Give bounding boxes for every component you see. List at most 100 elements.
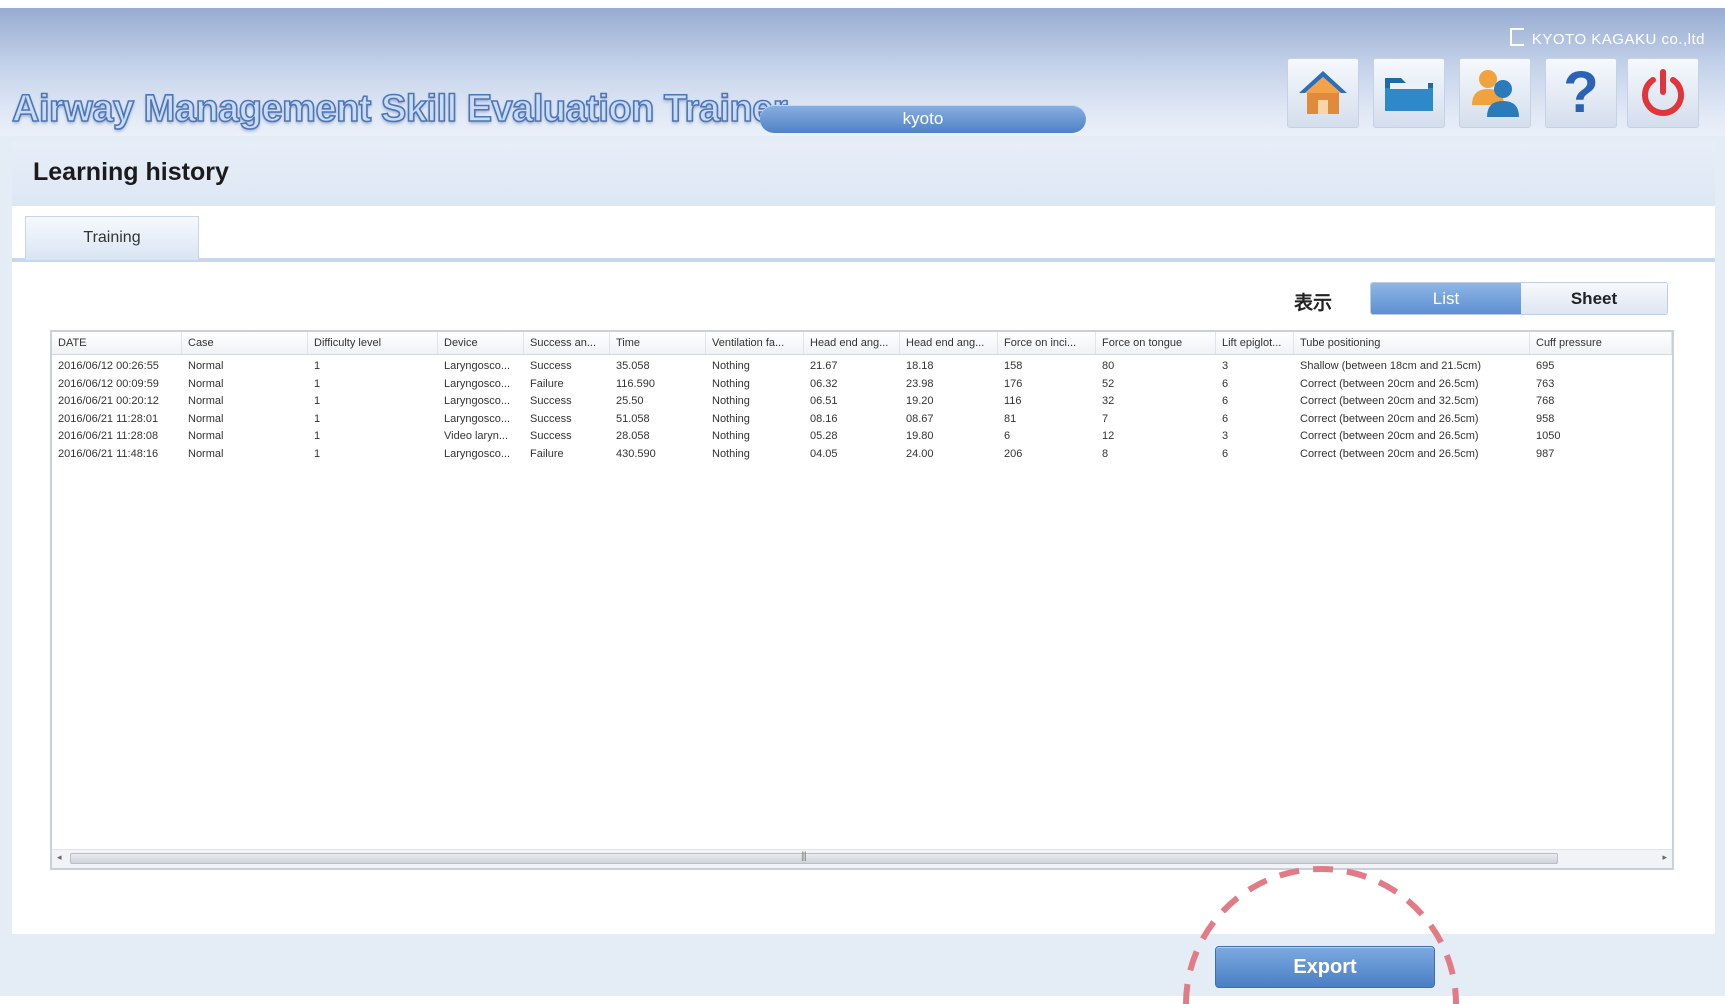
table-cell: Laryngosco... [444,377,511,390]
table-cell: Shallow (between 18cm and 21.5cm) [1300,360,1481,372]
table-row[interactable]: 2016/06/12 00:09:59 Normal 1 Laryngosco... F… [52,376,1672,393]
table-cell: 8 [1102,447,1109,460]
header: KYOTO KAGAKU co.,ltd Airway Management S… [0,8,1725,136]
table-cell: 176 [1004,377,1023,390]
home-button[interactable] [1287,58,1359,128]
table-cell: 158 [1004,360,1023,372]
table-row[interactable]: 2016/06/21 11:48:16 Normal 1 Laryngosco... F… [52,446,1672,463]
table-cell: Nothing [712,447,750,460]
table-cell: Nothing [712,377,750,390]
table-cell: Normal [188,412,224,425]
table-cell: 1050 [1536,430,1561,442]
table-cell: 6 [1222,447,1229,460]
table-cell: Success [530,430,572,442]
table-cell: 21.67 [810,360,838,372]
view-toggle: List Sheet [1370,282,1668,315]
table-row[interactable]: 2016/06/21 00:20:12 Normal 1 Laryngosco... S… [52,393,1672,410]
column-header[interactable]: Force on inci... [998,332,1096,354]
table-cell: 51.058 [616,412,650,425]
table-cell: 987 [1536,447,1555,460]
table-cell: Correct (between 20cm and 26.5cm) [1300,447,1479,460]
brand-logo-icon [1509,28,1524,46]
table-row[interactable]: 2016/06/21 11:28:08 Normal 1 Video laryn...… [52,428,1672,445]
table-cell: 12 [1102,430,1115,442]
table-cell: Video laryn... [444,430,509,442]
table-cell: 23.98 [906,377,934,390]
table-cell: 695 [1536,360,1555,372]
table-cell: 3 [1222,430,1229,442]
column-header[interactable]: DATE [52,332,182,354]
column-header[interactable]: Head end ang... [900,332,998,354]
table-row[interactable]: 2016/06/12 00:26:55 Normal 1 Laryngosco... S… [52,358,1672,375]
table-cell: Success [530,360,572,372]
table-cell: 80 [1102,360,1115,372]
users-button[interactable] [1459,58,1531,128]
table-cell: 25.50 [616,395,644,407]
user-name: kyoto [760,105,1086,133]
users-icon [1472,70,1519,117]
column-header[interactable]: Tube positioning [1294,332,1530,354]
table-cell: 1 [314,360,321,372]
history-table[interactable]: DATE Case Difficulty level Device Success an… [50,330,1674,870]
table-cell: 958 [1536,412,1555,425]
sheet-view-button[interactable]: Sheet [1521,283,1667,314]
table-cell: Failure [530,447,564,460]
column-header[interactable]: Lift epiglot... [1216,332,1294,354]
table-cell: 206 [1004,447,1023,460]
table-cell: 2016/06/21 11:48:16 [58,447,159,460]
table-cell: Nothing [712,430,750,442]
column-header[interactable]: Ventilation fa... [706,332,804,354]
home-icon [1299,71,1347,114]
table-cell: 430.590 [616,447,656,460]
table-cell: Laryngosco... [444,360,511,372]
tab-strip: Training [12,206,1715,262]
page-title: Learning history [33,158,229,186]
table-cell: 06.51 [810,395,838,407]
table-cell: 08.16 [810,412,838,425]
table-cell: 08.67 [906,412,934,425]
table-cell: Correct (between 20cm and 26.5cm) [1300,412,1479,425]
table-cell: 32 [1102,395,1115,407]
column-header[interactable]: Device [438,332,524,354]
scroll-left-icon[interactable]: ◂ [57,852,62,863]
column-header[interactable]: Case [182,332,308,354]
table-cell: Normal [188,395,224,407]
column-header[interactable]: Difficulty level [308,332,438,354]
table-cell: 52 [1102,377,1115,390]
table-cell: 2016/06/12 00:09:59 [58,377,159,390]
list-view-button[interactable]: List [1371,283,1521,314]
power-button[interactable] [1627,58,1699,128]
column-header[interactable]: Cuff pressure [1530,332,1672,354]
view-label: 表示 [1294,293,1333,314]
table-cell: 1 [314,395,321,407]
table-cell: 18.18 [906,360,934,372]
brand-text: KYOTO KAGAKU co.,ltd [1531,31,1705,48]
table-cell: 19.20 [906,395,934,407]
table-cell: Laryngosco... [444,395,511,407]
table-cell: 6 [1222,395,1229,407]
content-panel: 表示 List Sheet DATE Case Difficulty level De… [12,262,1715,934]
help-button[interactable]: ? [1545,58,1617,128]
folder-button[interactable] [1373,58,1445,128]
table-cell: Normal [188,430,224,442]
page-title-bar: Learning history [12,142,1715,206]
table-cell: Normal [188,360,224,372]
power-icon [1642,69,1684,116]
table-cell: Correct (between 20cm and 26.5cm) [1300,430,1479,442]
app-window: KYOTO KAGAKU co.,ltd Airway Management S… [0,8,1725,1004]
table-cell: Normal [188,377,224,390]
table-cell: 6 [1222,412,1229,425]
column-header[interactable]: Success an... [524,332,610,354]
table-row[interactable]: 2016/06/21 11:28:01 Normal 1 Laryngosco... S… [52,411,1672,428]
help-icon: ? [1563,60,1599,125]
table-cell: 116.590 [616,377,655,390]
column-header[interactable]: Force on tongue [1096,332,1216,354]
column-header[interactable]: Time [610,332,706,354]
tab-training[interactable]: Training [25,216,199,260]
horizontal-scrollbar[interactable]: ◂ ||| ▸ [52,849,1672,868]
table-cell: 1 [314,430,321,442]
scrollbar-thumb[interactable]: ||| [70,851,1558,864]
scroll-right-icon[interactable]: ▸ [1662,852,1667,863]
column-header[interactable]: Head end ang... [804,332,900,354]
export-button[interactable]: Export [1215,946,1435,988]
